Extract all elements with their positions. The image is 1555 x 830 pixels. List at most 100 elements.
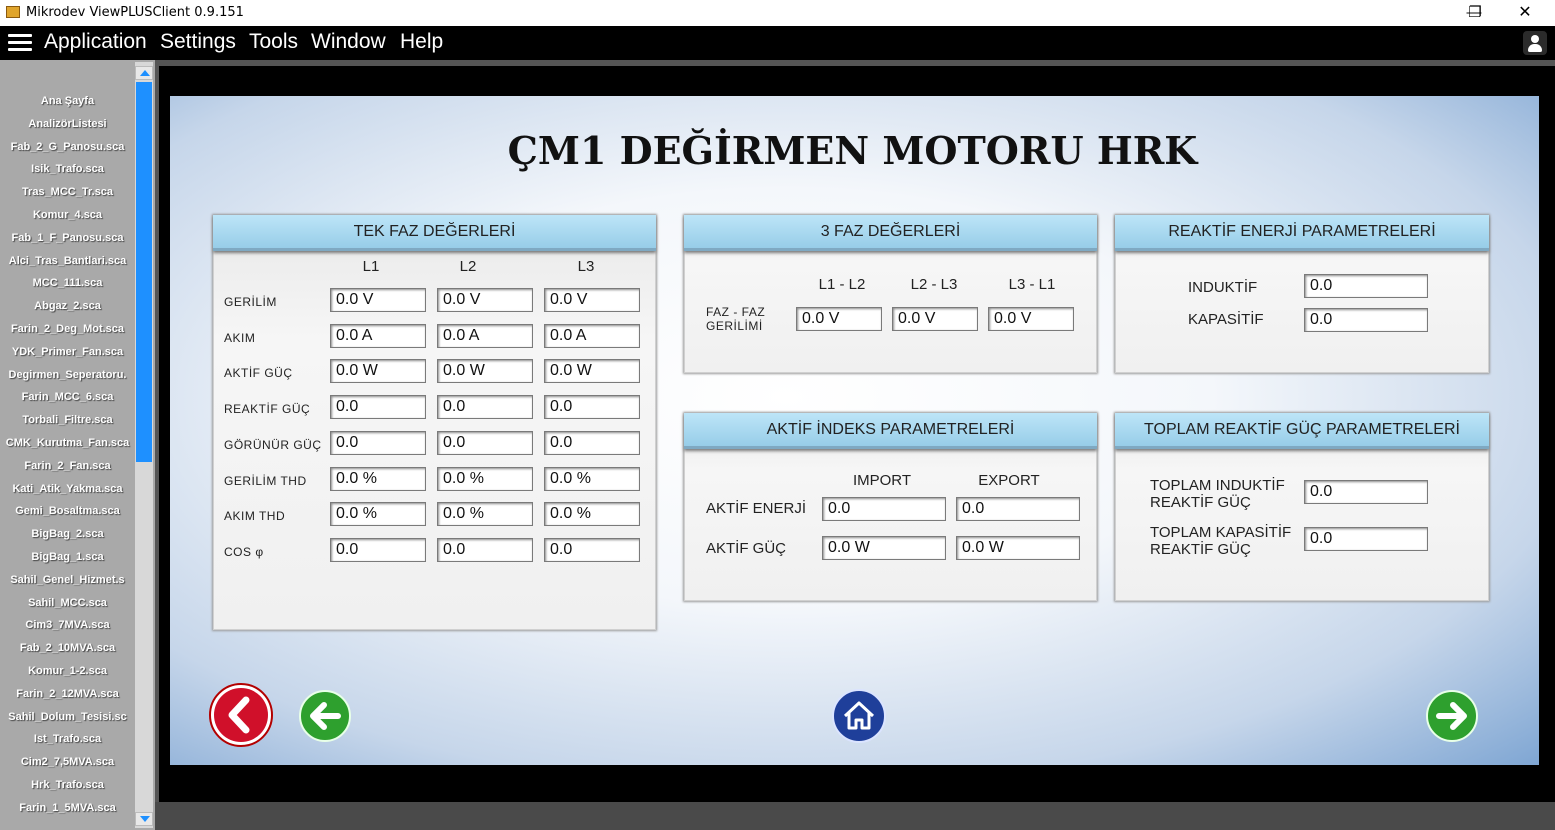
toplam-induktif-label: TOPLAM INDUKTİF [1150,477,1285,494]
tek-faz-field-l3[interactable]: 0.0 [544,395,640,420]
aktif-guc-label: AKTİF GÜÇ [706,540,787,557]
tek-faz-field-l1[interactable]: 0.0 A [330,323,426,348]
toplam-kapasitif-label: TOPLAM KAPASİTİF [1150,524,1292,541]
tek-faz-field-l2[interactable]: 0.0 % [437,466,533,491]
scroll-up-arrow-icon[interactable] [135,66,153,80]
maximize-button[interactable]: ❐ [1452,0,1498,26]
tek-faz-field-l3[interactable]: 0.0 % [544,502,640,527]
sidebar-item[interactable]: Hrk_Trafo.sca [0,774,135,797]
scroll-thumb[interactable] [136,82,152,462]
tek-faz-field-l1[interactable]: 0.0 W [330,359,426,384]
gerilimi-label: GERİLİMİ [706,319,763,333]
tek-faz-panel: TEK FAZ DEĞERLERİ L1 L2 L3 GERİLİM 0.0 V 0… [213,215,656,630]
tek-faz-field-l1[interactable]: 0.0 [330,537,426,562]
induktif-label: INDUKTİF [1188,279,1258,296]
toplam-induktif-field[interactable]: 0.0 [1304,480,1428,504]
sidebar-item[interactable]: AnalizörListesi [0,113,135,136]
close-button[interactable]: ✕ [1502,0,1548,26]
tek-faz-field-l1[interactable]: 0.0 V [330,288,426,312]
sidebar-item[interactable]: Komur_4.sca [0,204,135,227]
sidebar-item[interactable]: Cim2_7,5MVA.sca [0,751,135,774]
tek-faz-field-l2[interactable]: 0.0 A [437,323,533,348]
sidebar-item[interactable]: MCC_111.sca [0,272,135,295]
induktif-field[interactable]: 0.0 [1304,274,1428,298]
sidebar-item[interactable]: Fab_1_F_Panosu.sca [0,227,135,250]
tek-faz-field-l2[interactable]: 0.0 [437,430,533,455]
sidebar-item[interactable]: Degirmen_Seperatoru. [0,364,135,387]
sidebar-item[interactable]: BigBag_2.sca [0,523,135,546]
kapasitif-field[interactable]: 0.0 [1304,308,1428,332]
sidebar-item[interactable]: Ana Şayfa [0,90,135,113]
home-button[interactable] [831,688,887,744]
menu-window[interactable]: Window [311,30,386,54]
sidebar-scrollbar[interactable] [135,62,153,828]
col-header-l2: L2 [459,258,477,275]
menu-settings[interactable]: Settings [160,30,236,54]
tek-faz-row-label: REAKTİF GÜÇ [224,402,311,417]
tek-faz-header: TEK FAZ DEĞERLERİ [213,215,656,251]
tek-faz-field-l2[interactable]: 0.0 [437,537,533,562]
sidebar-item[interactable]: Isik_Trafo.sca [0,158,135,181]
sidebar-item[interactable]: Farin_MCC_6.sca [0,386,135,409]
sidebar-item[interactable]: Kati_Atik_Yakma.sca [0,478,135,501]
tek-faz-field-l2[interactable]: 0.0 V [437,288,533,312]
tek-faz-field-l3[interactable]: 0.0 [544,430,640,455]
sidebar-item[interactable]: Farin_2_Fan.sca [0,455,135,478]
aktif-guc-import-field[interactable]: 0.0 W [822,536,946,560]
tek-faz-field-l3[interactable]: 0.0 A [544,323,640,348]
sidebar-item[interactable]: Farin_2_Deg_Mot.sca [0,318,135,341]
sidebar-item[interactable]: Torbali_Filtre.sca [0,409,135,432]
menu-help[interactable]: Help [400,30,443,54]
sidebar-item[interactable]: BigBag_1.sca [0,546,135,569]
menu-application[interactable]: Application [44,30,147,54]
sidebar-item[interactable]: Tras_MCC_Tr.sca [0,181,135,204]
tek-faz-field-l2[interactable]: 0.0 [437,395,533,420]
sidebar-item[interactable]: CMK_Kurutma_Fan.sca [0,432,135,455]
tek-faz-row-label: AKIM [224,330,256,345]
aktif-enerji-export-field[interactable]: 0.0 [956,497,1080,521]
tek-faz-field-l1[interactable]: 0.0 % [330,466,426,491]
sidebar: Ana Şayfa AnalizörListesi Fab_2_G_Panosu.s… [0,60,155,830]
tek-faz-field-l3[interactable]: 0.0 V [544,288,640,312]
faz-faz-l1-l2-field[interactable]: 0.0 V [796,307,882,331]
aktif-guc-export-field[interactable]: 0.0 W [956,536,1080,560]
sidebar-item[interactable]: Sahil_Dolum_Tesisi.sc [0,706,135,729]
toplam-kapasitif-field[interactable]: 0.0 [1304,527,1428,551]
tek-faz-field-l2[interactable]: 0.0 W [437,359,533,384]
sidebar-item[interactable]: Fab_2_10MVA.sca [0,637,135,660]
tek-faz-field-l1[interactable]: 0.0 [330,430,426,455]
tek-faz-field-l3[interactable]: 0.0 W [544,359,640,384]
back-red-button[interactable] [208,682,274,748]
sidebar-item[interactable]: Abgaz_2.sca [0,295,135,318]
sidebar-item[interactable]: Fab_2_G_Panosu.sca [0,136,135,159]
sidebar-item[interactable]: Komur_1-2.sca [0,660,135,683]
sidebar-item[interactable]: Alci_Tras_Bantlari.sca [0,250,135,273]
menu-tools[interactable]: Tools [249,30,298,54]
sidebar-item[interactable]: Cim3_7MVA.sca [0,614,135,637]
tek-faz-field-l2[interactable]: 0.0 % [437,502,533,527]
scada-screen: ÇM1 DEĞİRMEN MOTORU HRK TEK FAZ DEĞERLER… [170,96,1539,765]
faz-faz-l3-l1-field[interactable]: 0.0 V [988,307,1074,331]
aktif-indeks-header: AKTİF İNDEKS PARAMETRELERİ [684,413,1097,449]
tek-faz-field-l1[interactable]: 0.0 % [330,502,426,527]
faz-faz-l2-l3-field[interactable]: 0.0 V [892,307,978,331]
tek-faz-row-label: GERİLİM THD [224,473,307,488]
sidebar-item[interactable]: Sahil_Genel_Hizmet.s [0,569,135,592]
next-page-button[interactable] [1425,689,1479,743]
scroll-down-arrow-icon[interactable] [135,812,153,826]
sidebar-item[interactable]: YDK_Primer_Fan.sca [0,341,135,364]
toplam-reaktif-header: TOPLAM REAKTİF GÜÇ PARAMETRELERİ [1115,413,1489,449]
col-header-l3: L3 [577,258,595,275]
user-icon[interactable] [1523,31,1547,55]
tek-faz-field-l3[interactable]: 0.0 [544,537,640,562]
sidebar-item[interactable]: Farin_2_12MVA.sca [0,683,135,706]
previous-page-button[interactable] [298,689,352,743]
tek-faz-field-l1[interactable]: 0.0 [330,395,426,420]
sidebar-item[interactable]: Farin_1_5MVA.sca [0,797,135,820]
sidebar-item[interactable]: Gemi_Bosaltma.sca [0,500,135,523]
tek-faz-field-l3[interactable]: 0.0 % [544,466,640,491]
sidebar-item[interactable]: Sahil_MCC.sca [0,592,135,615]
hamburger-icon[interactable] [8,34,32,54]
sidebar-item[interactable]: Ist_Trafo.sca [0,728,135,751]
aktif-enerji-import-field[interactable]: 0.0 [822,497,946,521]
